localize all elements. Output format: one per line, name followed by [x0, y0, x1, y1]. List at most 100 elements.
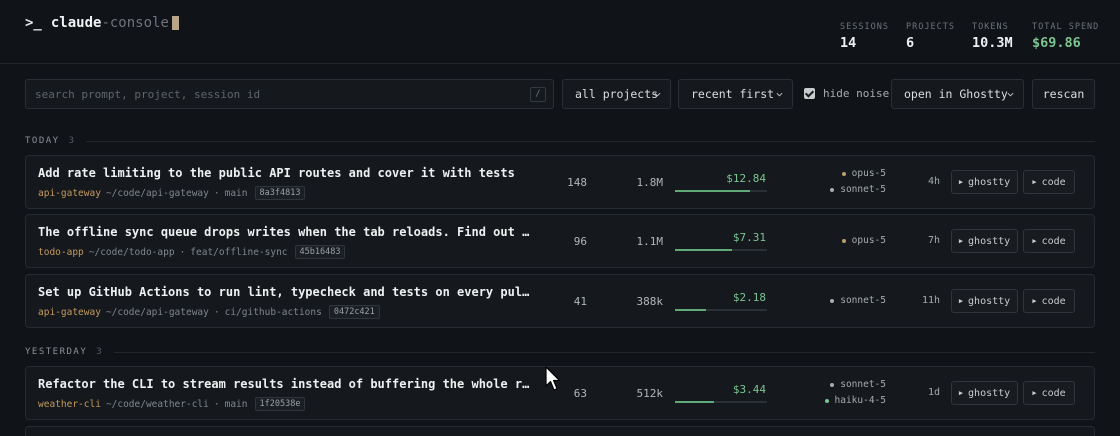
chevron-down-icon: [654, 92, 661, 97]
session-cost: $2.18: [732, 291, 766, 304]
separator: ·: [213, 398, 220, 410]
session-cost: $3.44: [732, 383, 766, 396]
branch-name: main: [224, 187, 248, 199]
session-hash: 8a3f4813: [254, 186, 306, 200]
button-label: ghostty: [968, 387, 1011, 399]
app-header: >_ claude -console SESSIONS 14 PROJECTS …: [0, 0, 1120, 64]
play-icon: ▶: [958, 178, 964, 186]
session-age: 1d: [927, 387, 940, 398]
session-cost: $12.84: [726, 172, 766, 185]
sort-select[interactable]: recent first: [678, 79, 793, 109]
session-hash: 0472c421: [328, 305, 380, 319]
branch-name: feat/offline-sync: [190, 246, 288, 258]
session-row[interactable]: Set up GitHub Actions to run lint, typec…: [25, 274, 1095, 328]
cost-bar: [675, 401, 767, 403]
stat-tokens: TOKENS 10.3M: [972, 22, 1013, 51]
model-tag: sonnet-5: [830, 377, 886, 393]
session-hash: 45b16483: [294, 245, 346, 259]
session-meta: api-gateway ~/code/api-gateway · ci/gith…: [38, 305, 380, 319]
stat-label: TOKENS: [972, 22, 1009, 32]
play-icon: ▶: [1032, 297, 1037, 305]
group-name: TODAY: [25, 136, 60, 146]
open-code-button[interactable]: ▶ code: [1023, 229, 1075, 253]
project-filter-select[interactable]: all projects: [562, 79, 671, 109]
session-hash: 1f20538e: [254, 397, 306, 411]
group-header-yesterday: YESTERDAY 3: [25, 346, 1095, 358]
model-name: sonnet-5: [840, 295, 886, 306]
cost-bar-fill: [675, 401, 714, 403]
dot-icon: [841, 172, 846, 176]
branch-name: ci/github-actions: [224, 306, 322, 318]
stat-value: 14: [840, 35, 857, 51]
open-ghostty-button[interactable]: ▶ ghostty: [951, 289, 1018, 313]
open-code-button[interactable]: ▶ code: [1023, 289, 1075, 313]
stat-total-spend: TOTAL SPEND $69.86: [1032, 22, 1099, 51]
group-count: 3: [96, 347, 102, 357]
project-filter-value: all projects: [575, 87, 659, 101]
group-name: YESTERDAY: [25, 347, 88, 357]
stat-value: $69.86: [1032, 35, 1081, 51]
button-label: ghostty: [968, 295, 1011, 307]
project-name: weather-cli: [38, 398, 101, 410]
session-title: The offline sync queue drops writes when…: [38, 225, 532, 239]
open-code-button[interactable]: ▶ code: [1023, 381, 1075, 405]
play-icon: ▶: [958, 389, 964, 397]
dot-icon: [841, 239, 846, 243]
hide-noise-checkbox[interactable]: [804, 88, 815, 99]
cost-bar: [675, 249, 767, 251]
session-age: 4h: [927, 176, 940, 187]
model-tag: opus-5: [841, 233, 886, 249]
play-icon: ▶: [1032, 237, 1037, 245]
app-name-suffix: -console: [101, 15, 169, 31]
group-header-today: TODAY 3: [25, 135, 1095, 147]
session-row[interactable]: Add rate limiting to the public API rout…: [25, 155, 1095, 209]
message-count: 63: [573, 387, 587, 400]
project-path: ~/code/api-gateway: [105, 306, 209, 318]
model-list: sonnet-5 haiku-4-5: [824, 367, 886, 419]
separator: ·: [213, 187, 220, 199]
project-path: ~/code/api-gateway: [105, 187, 209, 199]
project-name: todo-app: [38, 246, 84, 258]
stat-value: 10.3M: [972, 35, 1013, 51]
stat-label: PROJECTS: [906, 22, 955, 32]
model-list: opus-5: [841, 215, 886, 267]
dot-icon: [830, 383, 835, 387]
open-ghostty-button[interactable]: ▶ ghostty: [951, 170, 1018, 194]
hide-noise-toggle[interactable]: hide noise: [804, 87, 889, 100]
stat-label: TOTAL SPEND: [1032, 22, 1100, 32]
token-count: 1.8M: [636, 176, 664, 189]
open-code-button[interactable]: ▶ code: [1023, 170, 1075, 194]
play-icon: ▶: [1032, 389, 1037, 397]
model-list: opus-5 sonnet-5: [830, 156, 886, 208]
dot-icon: [830, 299, 835, 303]
button-label: code: [1041, 235, 1066, 247]
rescan-button[interactable]: rescan: [1032, 79, 1095, 109]
project-path: ~/code/weather-cli: [105, 398, 209, 410]
session-title: Refactor the CLI to stream results inste…: [38, 377, 532, 391]
cost-bar: [675, 190, 767, 192]
open-in-value: open in Ghostty: [904, 87, 1008, 101]
open-ghostty-button[interactable]: ▶ ghostty: [951, 381, 1018, 405]
project-name: api-gateway: [38, 306, 101, 318]
session-meta: api-gateway ~/code/api-gateway · main 8a…: [38, 186, 306, 200]
session-row[interactable]: [25, 426, 1095, 436]
open-ghostty-button[interactable]: ▶ ghostty: [951, 229, 1018, 253]
play-icon: ▶: [958, 297, 964, 305]
session-row[interactable]: The offline sync queue drops writes when…: [25, 214, 1095, 268]
session-age: 7h: [927, 235, 940, 246]
model-name: opus-5: [851, 168, 886, 179]
model-list: sonnet-5: [830, 275, 886, 327]
button-label: code: [1041, 387, 1066, 399]
session-age: 11h: [921, 295, 940, 306]
divider: [86, 140, 1095, 142]
divider: [113, 351, 1095, 353]
open-in-select[interactable]: open in Ghostty: [891, 79, 1024, 109]
search-input[interactable]: [35, 86, 515, 102]
branch-name: main: [224, 398, 248, 410]
separator: ·: [179, 246, 186, 258]
model-name: opus-5: [851, 235, 886, 246]
stat-label: SESSIONS: [840, 22, 889, 32]
project-path: ~/code/todo-app: [88, 246, 175, 258]
search-shortcut-hint: /: [530, 87, 546, 102]
message-count: 148: [567, 176, 587, 189]
